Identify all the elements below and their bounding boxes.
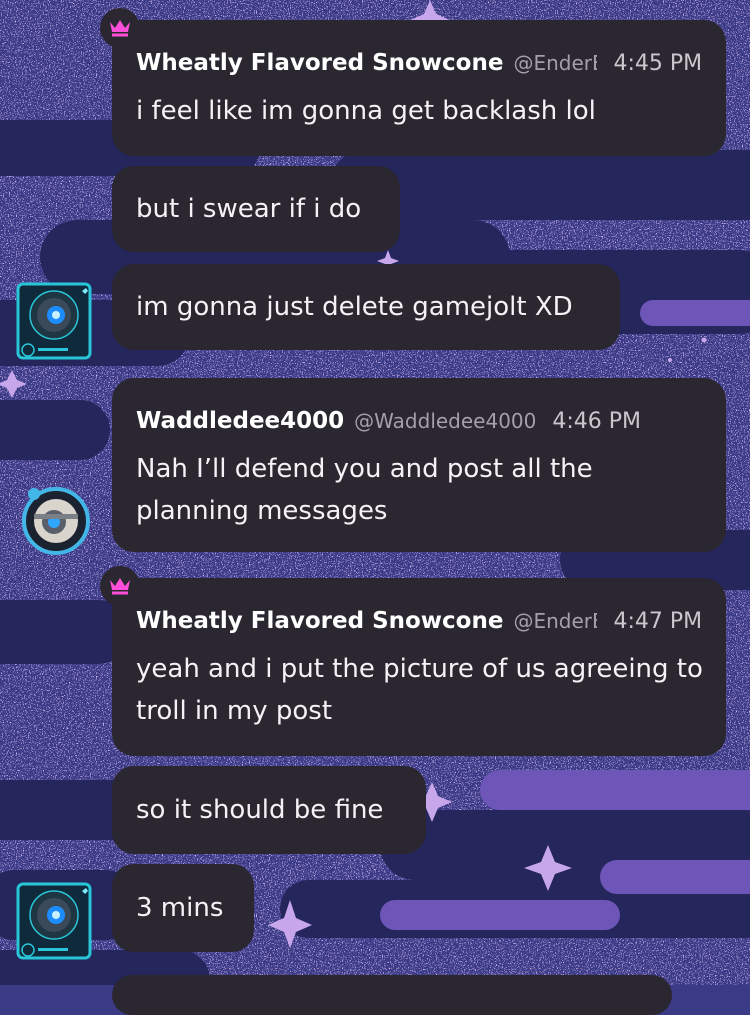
crown-icon	[110, 20, 130, 37]
crown-icon	[110, 578, 130, 595]
crown-badge	[100, 8, 140, 48]
message-text: so it should be fine	[136, 795, 384, 825]
message-text: i feel like im gonna get backlash lol	[136, 96, 596, 126]
crown-badge	[100, 566, 140, 606]
message-header: Wheatly Flavored Snowcone @EnderE 4:45 P…	[136, 50, 702, 76]
message-header: Wheatly Flavored Snowcone @EnderE 4:47 P…	[136, 608, 702, 634]
sphere-robot-avatar	[16, 882, 92, 960]
message-bubble[interactable]: Wheatly Flavored Snowcone @EnderE 4:47 P…	[112, 578, 726, 756]
user-handle[interactable]: @EnderE	[513, 609, 597, 633]
message-bubble[interactable]: so it should be fine	[112, 766, 426, 854]
avatar[interactable]	[16, 882, 92, 960]
message-text: but i swear if i do	[136, 194, 362, 224]
message-text: 3 mins	[136, 893, 224, 923]
sphere-robot-avatar	[16, 282, 92, 360]
user-handle[interactable]: @EnderE	[513, 51, 597, 75]
message-bubble[interactable]: but i swear if i do	[112, 166, 400, 252]
timestamp: 4:45 PM	[613, 51, 703, 76]
message-header: Waddledee4000 @Waddledee4000 4:46 PM	[136, 408, 641, 434]
avatar[interactable]	[20, 486, 92, 556]
timestamp: 4:46 PM	[552, 409, 642, 434]
message-bubble[interactable]: Wheatly Flavored Snowcone @EnderE 4:45 P…	[112, 20, 726, 156]
username[interactable]: Wheatly Flavored Snowcone	[136, 50, 503, 76]
timestamp: 4:47 PM	[613, 609, 703, 634]
message-text: yeah and i put the picture of us agreein…	[136, 654, 703, 726]
message-bubble[interactable]: 3 mins	[112, 864, 254, 952]
avatar[interactable]	[16, 282, 92, 360]
username[interactable]: Waddledee4000	[136, 408, 344, 434]
message-bubble[interactable]: Waddledee4000 @Waddledee4000 4:46 PM Nah…	[112, 378, 726, 552]
message-bubble[interactable]	[112, 975, 672, 1015]
message-bubble[interactable]: im gonna just delete gamejolt XD	[112, 264, 620, 350]
robot-avatar	[22, 487, 90, 555]
username[interactable]: Wheatly Flavored Snowcone	[136, 608, 503, 634]
user-handle[interactable]: @Waddledee4000	[354, 409, 536, 433]
message-text: im gonna just delete gamejolt XD	[136, 292, 573, 322]
message-text: Nah I’ll defend you and post all the pla…	[136, 454, 593, 526]
